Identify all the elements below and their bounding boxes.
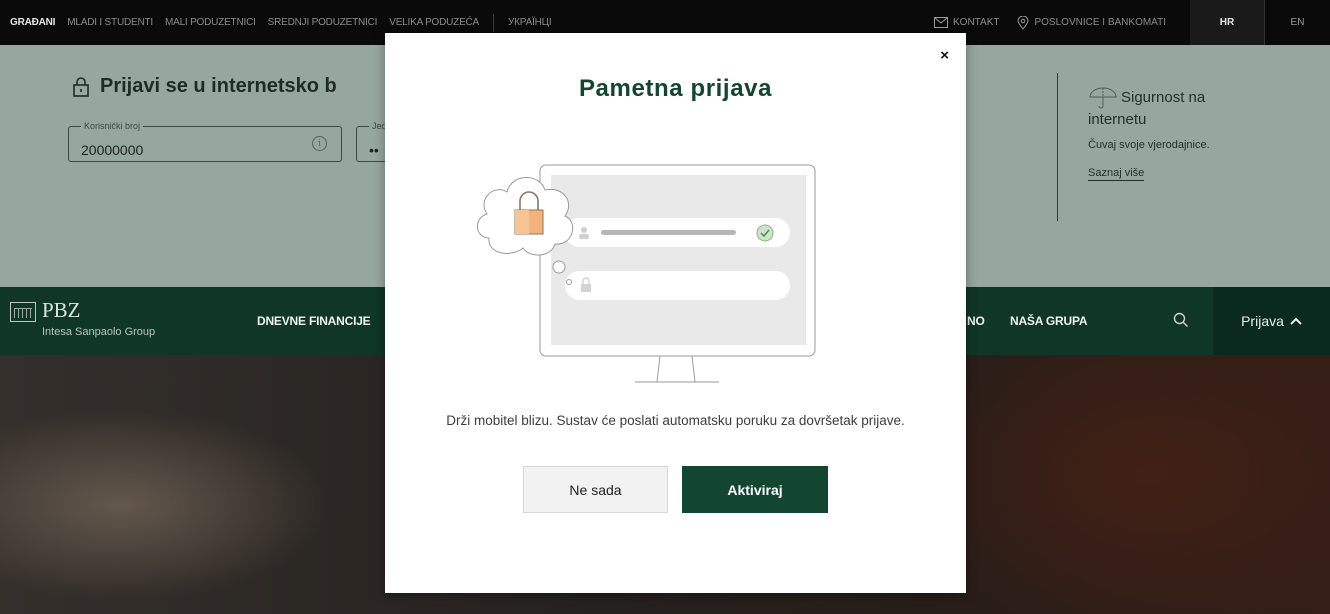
search-button[interactable] (1173, 312, 1189, 333)
segment-mali-poduzetnici[interactable]: MALI PODUZETNICI (165, 17, 256, 28)
chevron-up-icon (1290, 317, 1302, 325)
nav-item-dnevne-financije[interactable]: DNEVNE FINANCIJE (257, 314, 371, 328)
login-title: Prijavi se u internetsko b (72, 75, 337, 98)
segment-srednji-poduzetnici[interactable]: SREDNJI PODUZETNICI (268, 17, 378, 28)
location-pin-icon (1017, 15, 1029, 30)
smart-login-modal: × Pametna prijava Drži mobitel blizu. Su… (385, 33, 966, 593)
envelope-icon (934, 17, 948, 28)
login-title-text: Prijavi se u internetsko b (100, 75, 337, 97)
umbrella-icon (1089, 87, 1117, 109)
nav-item-partial[interactable]: NO (967, 314, 985, 328)
segment-gradjani[interactable]: GRAĐANI (10, 17, 55, 28)
modal-message: Drži mobitel blizu. Sustav će poslati au… (446, 413, 905, 428)
lang-en[interactable]: EN (1264, 0, 1330, 45)
pbz-logo[interactable]: PBZ Intesa Sanpaolo Group (10, 298, 155, 338)
segment-ukrajinci[interactable]: УКРАЇНЦІ (508, 17, 552, 28)
vertical-divider (1057, 73, 1058, 221)
close-icon[interactable]: × (940, 48, 949, 63)
lang-hr[interactable]: HR (1190, 0, 1264, 45)
logo-group: Intesa Sanpaolo Group (42, 326, 156, 338)
branches-label: POSLOVNICE I BANKOMATI (1034, 17, 1166, 28)
learn-more-link[interactable]: Saznaj više (1088, 167, 1145, 182)
security-panel: Sigurnost na internetu Čuvaj svoje vjero… (1088, 87, 1238, 182)
contact-label: KONTAKT (953, 17, 1000, 28)
segment-mladi-studenti[interactable]: MLADI I STUDENTI (67, 17, 153, 28)
not-now-button[interactable]: Ne sada (523, 466, 668, 513)
branches-link[interactable]: POSLOVNICE I BANKOMATI (1017, 15, 1166, 30)
login-toggle-label: Prijava (1241, 313, 1284, 329)
info-icon[interactable]: i (312, 136, 327, 151)
user-number-value: 20000000 (81, 142, 144, 158)
segment-velika-poduzeca[interactable]: VELIKA PODUZEĆA (389, 17, 479, 28)
activate-button[interactable]: Aktiviraj (682, 466, 828, 513)
search-icon (1173, 312, 1188, 327)
bank-building-icon (10, 302, 36, 322)
user-number-field[interactable]: Korisnički broj 20000000 i (68, 121, 342, 162)
logo-name: PBZ (42, 298, 81, 322)
smart-login-illustration (477, 164, 816, 383)
security-heading: Sigurnost na internetu (1088, 87, 1238, 131)
security-text: Čuvaj svoje vjerodajnice. (1088, 139, 1210, 152)
contact-link[interactable]: KONTAKT (934, 17, 999, 28)
nav-item-nasa-grupa[interactable]: NAŠA GRUPA (1010, 314, 1088, 328)
segment-divider (493, 13, 495, 32)
one-time-password-value: •• (369, 142, 379, 158)
modal-title: Pametna prijava (578, 75, 773, 102)
login-toggle-button[interactable]: Prijava (1213, 287, 1330, 355)
lock-icon (73, 76, 89, 97)
utility-links: KONTAKT POSLOVNICE I BANKOMATI (934, 0, 1184, 45)
user-number-label: Korisnički broj (81, 121, 144, 131)
